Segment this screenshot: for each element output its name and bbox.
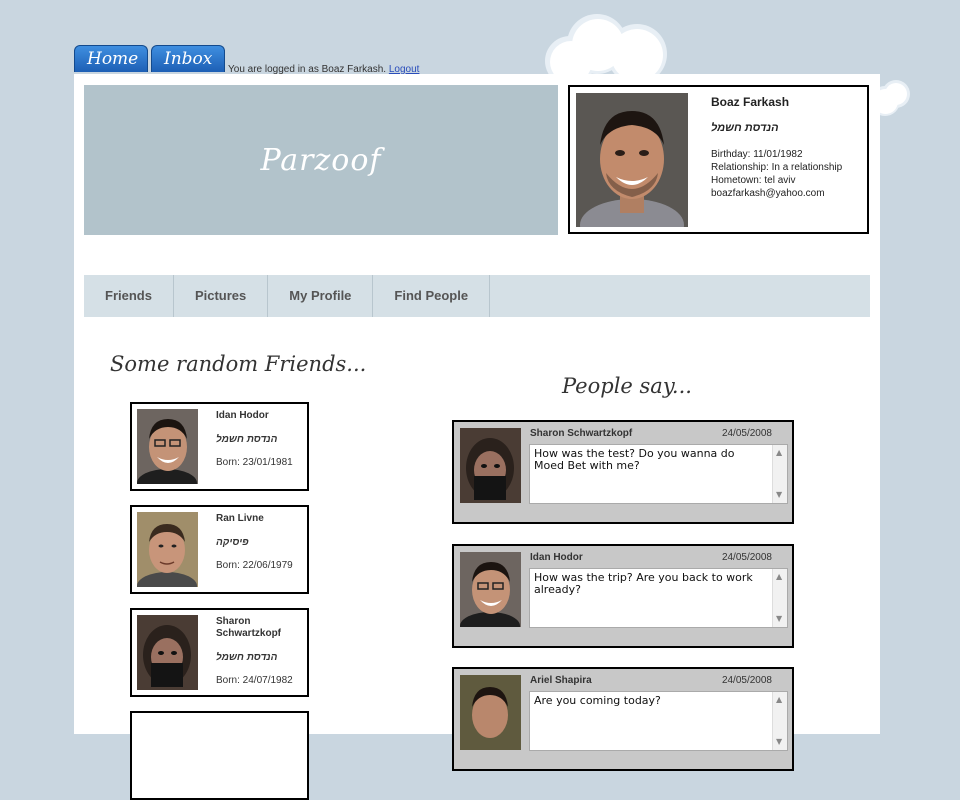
profile-email: boazfarkash@yahoo.com bbox=[711, 188, 825, 199]
message-author-photo bbox=[460, 428, 521, 503]
message-scrollbar[interactable]: ▲ ▼ bbox=[772, 445, 787, 503]
profile-info: Boaz Farkash הנדסת חשמל Birthday: 11/01/… bbox=[711, 95, 842, 200]
profile-card: Boaz Farkash הנדסת חשמל Birthday: 11/01/… bbox=[568, 85, 869, 234]
profile-department: הנדסת חשמל bbox=[711, 122, 779, 134]
message-scrollbar[interactable]: ▲ ▼ bbox=[772, 692, 787, 750]
friend-photo bbox=[137, 512, 198, 587]
message-date: 24/05/2008 bbox=[721, 552, 772, 563]
message-textarea[interactable]: How was the test? Do you wanna do Moed B… bbox=[529, 444, 788, 504]
nav-find-people[interactable]: Find People bbox=[373, 275, 491, 317]
scroll-up-icon[interactable]: ▲ bbox=[776, 571, 782, 583]
message-scrollbar[interactable]: ▲ ▼ bbox=[772, 569, 787, 627]
message-textarea[interactable]: How was the trip? Are you back to work a… bbox=[529, 568, 788, 628]
profile-name: Boaz Farkash bbox=[711, 95, 790, 109]
message-card: Ariel Shapira 24/05/2008 Are you coming … bbox=[452, 667, 794, 771]
friend-card[interactable]: Idan Hodor הנדסת חשמל Born: 23/01/1981 bbox=[130, 402, 309, 491]
friend-card[interactable] bbox=[130, 711, 309, 800]
scroll-down-icon[interactable]: ▼ bbox=[776, 489, 782, 501]
site-logo-text: Parzoof bbox=[260, 142, 382, 178]
message-text: How was the test? Do you wanna do Moed B… bbox=[534, 447, 735, 472]
friend-info: Ran Livne פיסיקה Born: 22/06/1979 bbox=[216, 513, 308, 571]
friend-department: הנדסת חשמל bbox=[216, 652, 278, 663]
message-card: Idan Hodor 24/05/2008 How was the trip? … bbox=[452, 544, 794, 648]
message-date: 24/05/2008 bbox=[721, 428, 772, 439]
main-nav: Friends Pictures My Profile Find People bbox=[84, 275, 870, 317]
friend-department: פיסיקה bbox=[216, 537, 249, 548]
home-tab[interactable]: Home bbox=[74, 45, 148, 72]
message-author[interactable]: Ariel Shapira bbox=[530, 675, 592, 686]
message-author-photo bbox=[460, 552, 521, 627]
page-container: Parzoof Boaz Farkash הנדסת חשמל Birthday… bbox=[74, 74, 880, 800]
nav-pictures[interactable]: Pictures bbox=[174, 275, 269, 317]
nav-my-profile[interactable]: My Profile bbox=[268, 275, 374, 317]
site-banner: Parzoof bbox=[84, 85, 558, 235]
friend-department: הנדסת חשמל bbox=[216, 434, 278, 445]
scroll-down-icon[interactable]: ▼ bbox=[776, 736, 782, 748]
message-text: Are you coming today? bbox=[534, 694, 661, 707]
message-textarea[interactable]: Are you coming today? ▲ ▼ bbox=[529, 691, 788, 751]
inbox-tab[interactable]: Inbox bbox=[151, 45, 225, 72]
friend-name[interactable]: Sharon Schwartzkopf bbox=[216, 616, 308, 640]
top-tabs: Home Inbox bbox=[74, 45, 225, 72]
messages-section-title: People say... bbox=[562, 374, 692, 398]
friend-card[interactable]: Ran Livne פיסיקה Born: 22/06/1979 bbox=[130, 505, 309, 594]
friend-birthdate: Born: 22/06/1979 bbox=[216, 560, 293, 571]
friend-birthdate: Born: 24/07/1982 bbox=[216, 675, 293, 686]
cloud-decoration bbox=[545, 14, 670, 86]
message-author[interactable]: Sharon Schwartzkopf bbox=[530, 428, 632, 439]
friend-photo bbox=[137, 615, 198, 690]
friend-card[interactable]: Sharon Schwartzkopf הנדסת חשמל Born: 24/… bbox=[130, 608, 309, 697]
friend-info: Idan Hodor הנדסת חשמל Born: 23/01/1981 bbox=[216, 410, 308, 468]
scroll-down-icon[interactable]: ▼ bbox=[776, 613, 782, 625]
message-author[interactable]: Idan Hodor bbox=[530, 552, 583, 563]
friend-info: Sharon Schwartzkopf הנדסת חשמל Born: 24/… bbox=[216, 616, 308, 686]
friends-section-title: Some random Friends... bbox=[110, 352, 367, 376]
nav-friends[interactable]: Friends bbox=[84, 275, 174, 317]
message-date: 24/05/2008 bbox=[721, 675, 772, 686]
scroll-up-icon[interactable]: ▲ bbox=[776, 694, 782, 706]
profile-photo bbox=[576, 93, 688, 227]
friend-name[interactable]: Idan Hodor bbox=[216, 410, 308, 422]
message-text: How was the trip? Are you back to work a… bbox=[534, 571, 753, 596]
message-card: Sharon Schwartzkopf 24/05/2008 How was t… bbox=[452, 420, 794, 524]
friend-birthdate: Born: 23/01/1981 bbox=[216, 457, 293, 468]
scroll-up-icon[interactable]: ▲ bbox=[776, 447, 782, 459]
profile-relationship: Relationship: In a relationship bbox=[711, 162, 843, 173]
friend-photo bbox=[137, 409, 198, 484]
profile-birthday: Birthday: 11/01/1982 bbox=[711, 149, 803, 160]
message-author-photo bbox=[460, 675, 521, 750]
friend-name[interactable]: Ran Livne bbox=[216, 513, 308, 525]
profile-hometown: Hometown: tel aviv bbox=[711, 175, 796, 186]
